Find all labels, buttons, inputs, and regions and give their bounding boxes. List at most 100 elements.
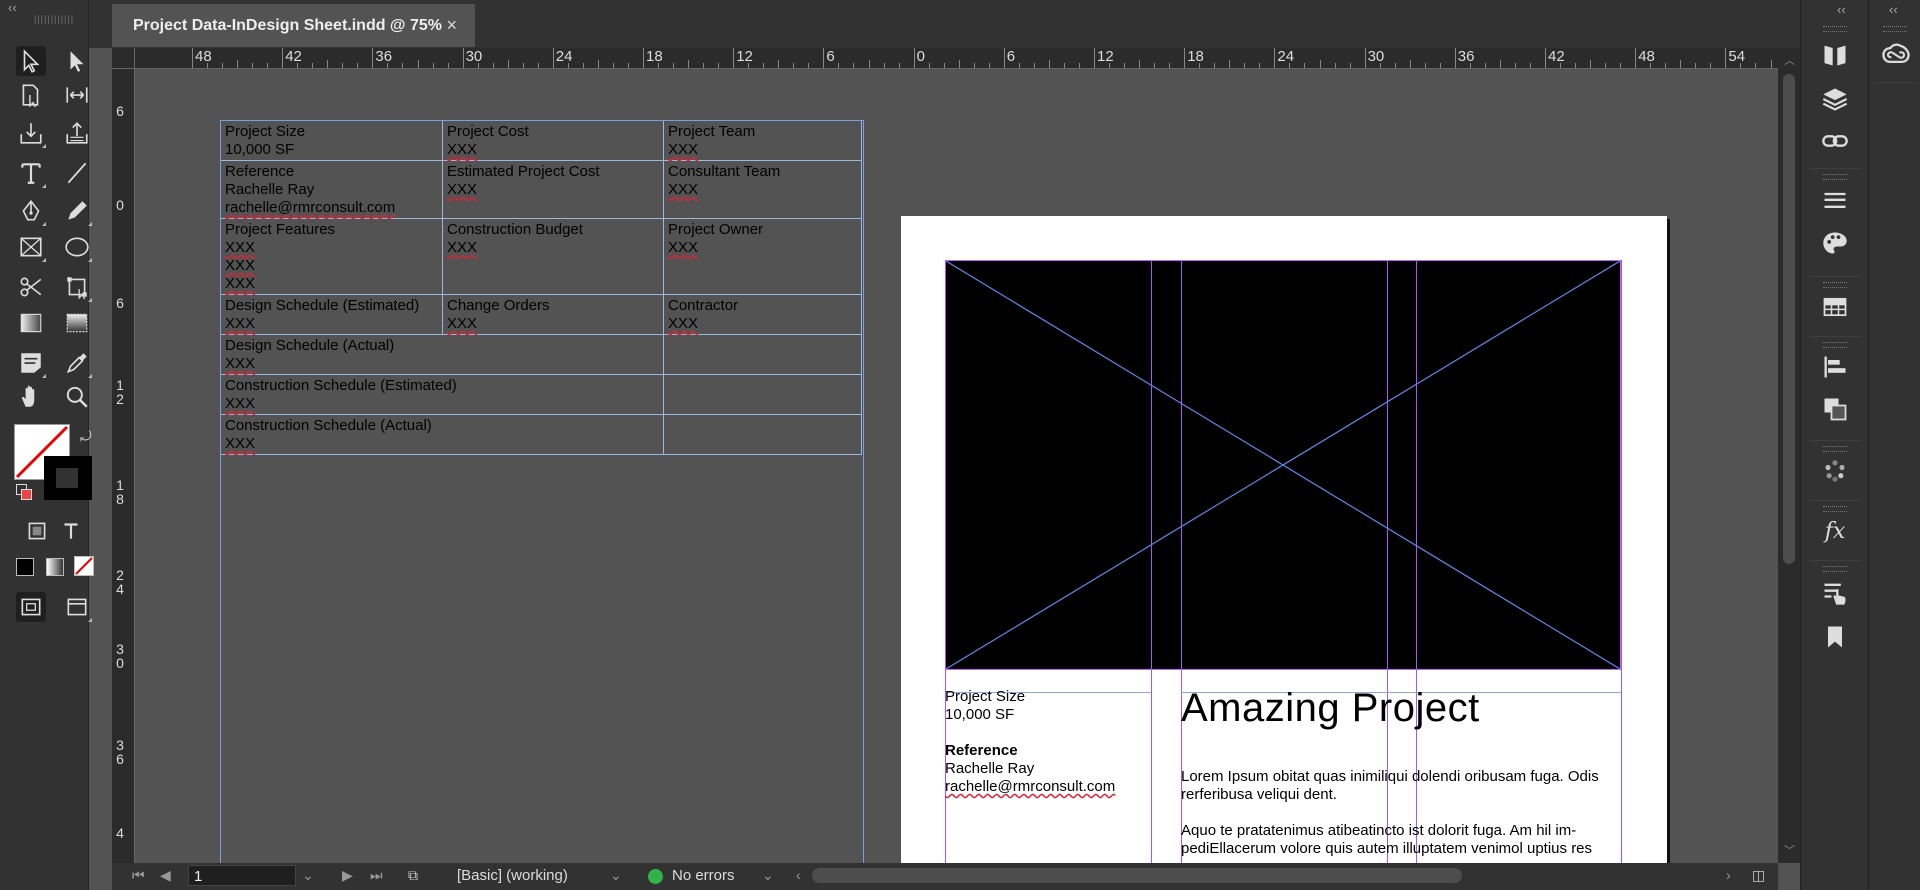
body-paragraph-1[interactable]: Lorem Ipsum obitat quas inimiliqui dolen… bbox=[1181, 768, 1621, 804]
next-page-icon[interactable]: ▶ bbox=[342, 867, 353, 884]
zoom-tool-icon[interactable] bbox=[62, 382, 92, 412]
stroke-swatch[interactable] bbox=[42, 454, 94, 502]
formatting-affects-text-icon[interactable] bbox=[56, 516, 86, 546]
table-cell[interactable]: Estimated Project Cost XXX bbox=[442, 160, 664, 219]
vertical-scroll-thumb[interactable] bbox=[1783, 74, 1795, 564]
table-cell[interactable] bbox=[663, 414, 862, 455]
table-cell[interactable]: Construction Schedule (Actual) XXX bbox=[220, 414, 664, 455]
previous-page-icon[interactable]: ◀ bbox=[160, 867, 171, 884]
horizontal-ruler[interactable]: 48 42 36 30 24 18 12 6 0 6 12 18 24 30 36 42 48 54 bbox=[112, 48, 1778, 69]
table-cell[interactable] bbox=[663, 334, 862, 375]
scroll-right-icon[interactable]: › bbox=[1726, 867, 1731, 883]
project-data-table[interactable]: Project Size 10,000 SF Project Cost XXX Proj… bbox=[220, 120, 862, 455]
document-canvas[interactable]: Project Size 10,000 SF Project Cost XXX Proj… bbox=[135, 69, 1778, 863]
split-window-icon[interactable]: ◫ bbox=[1752, 867, 1765, 884]
hand-tool-icon[interactable] bbox=[16, 382, 46, 412]
table-cell[interactable]: Reference Rachelle Ray rachelle@rmrconsult… bbox=[220, 160, 443, 219]
table-cell[interactable]: Design Schedule (Estimated) XXX bbox=[220, 294, 443, 335]
preflight-label[interactable]: No errors bbox=[672, 867, 735, 884]
table-cell[interactable]: Design Schedule (Actual) XXX bbox=[220, 334, 664, 375]
vertical-scrollbar[interactable]: ︿ ﹀ bbox=[1778, 48, 1800, 863]
panel-collapse-icon[interactable]: ‹‹ |||||||||||| bbox=[0, 0, 88, 24]
gradient-feather-tool-icon[interactable] bbox=[62, 308, 92, 338]
close-tab-icon[interactable]: × bbox=[446, 15, 457, 36]
page-number-field[interactable]: 1 bbox=[188, 865, 296, 886]
document-page[interactable]: Project Size 10,000 SF Reference Rachell… bbox=[901, 216, 1667, 863]
table-cell[interactable]: Project Features XXX XXX XXX bbox=[220, 218, 443, 295]
page-tool-icon[interactable] bbox=[16, 80, 46, 110]
free-transform-tool-icon[interactable] bbox=[62, 272, 92, 302]
gradient-swatch-tool-icon[interactable] bbox=[16, 308, 46, 338]
default-fill-stroke-icon[interactable] bbox=[16, 484, 32, 500]
color-panel-icon[interactable] bbox=[1818, 456, 1852, 486]
preflight-dropdown-icon[interactable]: ⌄ bbox=[762, 867, 774, 884]
ruler-tick bbox=[778, 60, 780, 68]
pencil-tool-icon[interactable] bbox=[62, 196, 92, 226]
selection-tool-icon[interactable] bbox=[16, 46, 46, 76]
effects-panel-icon[interactable]: fx bbox=[1818, 516, 1852, 546]
scroll-up-icon[interactable]: ︿ bbox=[1784, 52, 1795, 68]
type-tool-icon[interactable] bbox=[16, 158, 46, 188]
horizontal-scrollbar[interactable] bbox=[812, 868, 1812, 883]
pathfinder-panel-icon[interactable] bbox=[1818, 394, 1852, 424]
swatches-panel-icon[interactable] bbox=[1818, 228, 1852, 258]
formatting-affects-container-icon[interactable] bbox=[22, 516, 52, 546]
last-page-icon[interactable]: ⏭ bbox=[370, 867, 383, 884]
open-page-icon[interactable]: ⧉ bbox=[408, 867, 418, 884]
layers-panel-icon[interactable] bbox=[1818, 84, 1852, 114]
table-cell[interactable]: Project Size 10,000 SF bbox=[220, 120, 443, 161]
ellipse-tool-icon[interactable] bbox=[62, 232, 92, 262]
table-cell[interactable]: Construction Schedule (Estimated) XXX bbox=[220, 374, 664, 415]
table-cell[interactable]: Change Orders XXX bbox=[442, 294, 664, 335]
scroll-down-icon[interactable]: ﹀ bbox=[1784, 842, 1795, 858]
swap-fill-stroke-icon[interactable]: ⤾ bbox=[80, 428, 92, 445]
eyedropper-tool-icon[interactable] bbox=[62, 348, 92, 378]
vertical-ruler[interactable]: 6 0 6 1 2 1 8 2 4 3 0 3 6 4 bbox=[112, 68, 135, 863]
document-tab[interactable]: Project Data-InDesign Sheet.indd @ 75% × bbox=[112, 4, 475, 47]
content-placer-icon[interactable] bbox=[62, 118, 92, 148]
apply-gradient-icon[interactable] bbox=[46, 558, 64, 576]
apply-color-icon[interactable] bbox=[16, 558, 34, 576]
table-cell[interactable] bbox=[663, 374, 862, 415]
ruler-tick bbox=[222, 63, 224, 68]
panel-collapse-icon[interactable]: ‹‹ bbox=[1837, 2, 1846, 17]
scissors-tool-icon[interactable] bbox=[16, 272, 46, 302]
pages-panel-icon[interactable] bbox=[1818, 40, 1852, 70]
style-dropdown-icon[interactable]: ⌄ bbox=[610, 867, 622, 884]
cc-libraries-touch-icon[interactable] bbox=[1818, 578, 1852, 608]
horizontal-scroll-thumb[interactable] bbox=[812, 868, 1462, 883]
gap-tool-icon[interactable] bbox=[62, 80, 92, 110]
pen-tool-icon[interactable] bbox=[16, 196, 46, 226]
cell-value: XXX bbox=[668, 141, 699, 158]
table-cell[interactable]: Contractor XXX bbox=[663, 294, 862, 335]
project-title[interactable]: Amazing Project bbox=[1181, 686, 1480, 731]
view-options-icon[interactable] bbox=[62, 592, 92, 622]
column-guide bbox=[1151, 260, 1152, 863]
body-paragraph-2[interactable]: Aquo te pratatenimus atibeatincto ist do… bbox=[1181, 822, 1621, 858]
image-placeholder-frame[interactable] bbox=[945, 260, 1621, 670]
align-panel-icon[interactable] bbox=[1818, 352, 1852, 382]
stroke-panel-icon[interactable] bbox=[1818, 186, 1852, 216]
direct-selection-tool-icon[interactable] bbox=[62, 46, 92, 76]
table-cell[interactable]: Project Team XXX bbox=[663, 120, 862, 161]
links-panel-icon[interactable] bbox=[1818, 126, 1852, 156]
normal-screen-mode-icon[interactable] bbox=[16, 592, 46, 622]
rectangle-frame-tool-icon[interactable] bbox=[16, 232, 46, 262]
table-cell[interactable]: Project Cost XXX bbox=[442, 120, 664, 161]
table-cell[interactable]: Construction Budget XXX bbox=[442, 218, 664, 295]
apply-none-icon[interactable] bbox=[74, 556, 94, 576]
page-dropdown-icon[interactable]: ⌄ bbox=[302, 867, 314, 884]
panel-collapse-icon[interactable]: ‹‹ bbox=[1889, 2, 1898, 17]
first-page-icon[interactable]: ⏮ bbox=[132, 867, 145, 884]
table-cell[interactable]: Consultant Team XXX bbox=[663, 160, 862, 219]
document-style-label[interactable]: [Basic] (working) bbox=[457, 867, 568, 884]
table-panel-icon[interactable] bbox=[1818, 292, 1852, 322]
note-tool-icon[interactable] bbox=[16, 348, 46, 378]
creative-cloud-libraries-icon[interactable] bbox=[1879, 40, 1913, 70]
table-cell[interactable]: Project Owner XXX bbox=[663, 218, 862, 295]
line-tool-icon[interactable] bbox=[62, 158, 92, 188]
bookmarks-panel-icon[interactable] bbox=[1818, 622, 1852, 652]
content-collector-icon[interactable] bbox=[16, 118, 46, 148]
ruler-origin[interactable] bbox=[112, 48, 135, 69]
scroll-left-icon[interactable]: ‹ bbox=[796, 867, 801, 883]
